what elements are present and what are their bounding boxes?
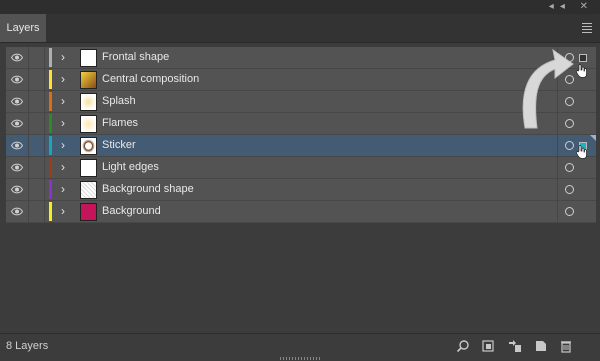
layer-color-swatch bbox=[49, 70, 52, 89]
divider bbox=[557, 201, 558, 222]
layer-row[interactable]: › Flames bbox=[6, 113, 596, 135]
layer-thumbnail bbox=[80, 93, 97, 111]
eye-icon[interactable] bbox=[11, 162, 23, 173]
curved-arrow-icon bbox=[522, 48, 574, 129]
layer-color-swatch bbox=[49, 158, 52, 177]
chevron-right-icon[interactable]: › bbox=[61, 50, 65, 64]
chevron-right-icon[interactable]: › bbox=[61, 160, 65, 174]
divider bbox=[44, 201, 45, 222]
divider bbox=[44, 47, 45, 68]
layer-thumbnail bbox=[80, 137, 97, 155]
layer-thumbnail bbox=[80, 115, 97, 133]
selection-indicator[interactable] bbox=[579, 54, 587, 62]
eye-icon[interactable] bbox=[11, 140, 23, 151]
divider bbox=[44, 91, 45, 112]
layer-name[interactable]: Splash bbox=[102, 95, 136, 107]
hand-cursor-icon bbox=[576, 64, 587, 78]
layer-name[interactable]: Flames bbox=[102, 117, 138, 129]
layer-color-swatch bbox=[49, 202, 52, 221]
divider bbox=[44, 179, 45, 200]
layer-row[interactable]: › Light edges bbox=[6, 157, 596, 179]
bottom-bar: 8 Layers bbox=[0, 333, 600, 361]
divider bbox=[44, 157, 45, 178]
divider bbox=[557, 179, 558, 200]
target-circle-icon[interactable] bbox=[565, 185, 574, 194]
layer-color-swatch bbox=[49, 48, 52, 67]
target-circle-icon[interactable] bbox=[565, 163, 574, 172]
chevron-right-icon[interactable]: › bbox=[61, 72, 65, 86]
layer-name[interactable]: Sticker bbox=[102, 139, 136, 151]
divider bbox=[557, 157, 558, 178]
chevron-right-icon[interactable]: › bbox=[61, 94, 65, 108]
panel-menu-icon[interactable] bbox=[582, 23, 592, 35]
eye-icon[interactable] bbox=[11, 206, 23, 217]
layers-panel: › Frontal shape › Central composition › … bbox=[0, 43, 600, 333]
divider bbox=[28, 179, 29, 200]
layer-thumbnail bbox=[80, 159, 97, 177]
layer-name[interactable]: Background shape bbox=[102, 183, 194, 195]
divider bbox=[557, 135, 558, 156]
divider bbox=[28, 47, 29, 68]
layer-name[interactable]: Light edges bbox=[102, 161, 159, 173]
chevron-right-icon[interactable]: › bbox=[61, 138, 65, 152]
layers-list: › Frontal shape › Central composition › … bbox=[6, 47, 596, 223]
layer-thumbnail bbox=[80, 181, 97, 199]
layer-name[interactable]: Central composition bbox=[102, 73, 199, 85]
chevron-right-icon[interactable]: › bbox=[61, 204, 65, 218]
layer-thumbnail bbox=[80, 203, 97, 221]
layer-row[interactable]: › Splash bbox=[6, 91, 596, 113]
divider bbox=[44, 69, 45, 90]
eye-icon[interactable] bbox=[11, 74, 23, 85]
layer-color-swatch bbox=[49, 92, 52, 111]
new-layer-icon[interactable] bbox=[534, 339, 548, 353]
search-icon[interactable] bbox=[456, 339, 470, 353]
layer-color-swatch bbox=[49, 136, 52, 155]
layer-color-swatch bbox=[49, 114, 52, 133]
eye-icon[interactable] bbox=[11, 52, 23, 63]
divider bbox=[28, 157, 29, 178]
divider bbox=[28, 201, 29, 222]
trash-icon[interactable] bbox=[559, 339, 573, 353]
layer-thumbnail bbox=[80, 71, 97, 89]
chevron-right-icon[interactable]: › bbox=[61, 116, 65, 130]
divider bbox=[28, 113, 29, 134]
layer-row[interactable]: › Central composition bbox=[6, 69, 596, 91]
layer-row[interactable]: › Background bbox=[6, 201, 596, 223]
window-controls[interactable]: ◂◂ ✕ bbox=[549, 1, 594, 12]
make-clipping-mask-icon[interactable] bbox=[508, 339, 522, 353]
layer-name[interactable]: Background bbox=[102, 205, 161, 217]
tab-row: Layers bbox=[0, 14, 600, 43]
layer-color-swatch bbox=[49, 180, 52, 199]
selected-corner-marker bbox=[590, 135, 596, 141]
top-bar: ◂◂ ✕ bbox=[0, 0, 600, 14]
eye-icon[interactable] bbox=[11, 184, 23, 195]
layer-row[interactable]: › Background shape bbox=[6, 179, 596, 201]
collect-for-export-icon[interactable] bbox=[481, 339, 495, 353]
layer-name[interactable]: Frontal shape bbox=[102, 51, 169, 63]
layer-row[interactable]: › Frontal shape bbox=[6, 47, 596, 69]
tab-layers[interactable]: Layers bbox=[0, 14, 46, 42]
chevron-right-icon[interactable]: › bbox=[61, 182, 65, 196]
layer-row[interactable]: › Sticker bbox=[6, 135, 596, 157]
divider bbox=[28, 69, 29, 90]
target-circle-icon[interactable] bbox=[565, 207, 574, 216]
divider bbox=[28, 135, 29, 156]
divider bbox=[28, 91, 29, 112]
eye-icon[interactable] bbox=[11, 118, 23, 129]
layer-count: 8 Layers bbox=[6, 340, 49, 352]
divider bbox=[44, 135, 45, 156]
hand-cursor-icon bbox=[576, 145, 587, 159]
eye-icon[interactable] bbox=[11, 96, 23, 107]
layer-thumbnail bbox=[80, 49, 97, 67]
target-circle-icon[interactable] bbox=[565, 141, 574, 150]
divider bbox=[44, 113, 45, 134]
